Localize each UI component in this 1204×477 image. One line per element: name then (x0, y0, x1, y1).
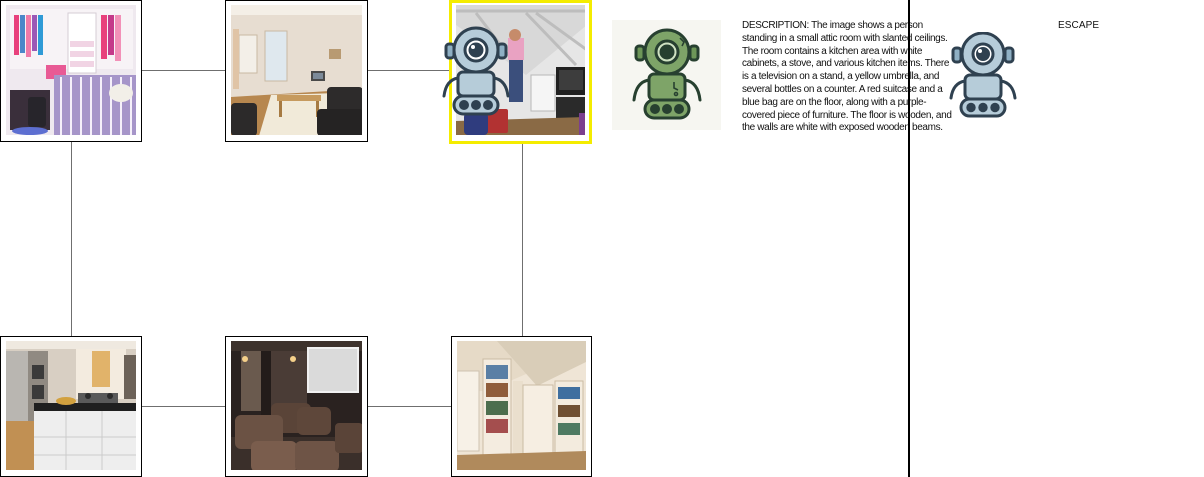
escape-label[interactable]: ESCAPE (1058, 20, 1099, 31)
room-living-room[interactable] (225, 0, 368, 142)
game-board: DESCRIPTION: The image shows a person st… (0, 0, 1204, 477)
room-closet-bedroom[interactable] (0, 0, 142, 142)
escape-robot-icon (947, 32, 1019, 120)
corridor-top-left (141, 70, 226, 71)
target-robot-tile (612, 20, 721, 130)
panel-divider (908, 0, 910, 477)
player-robot-icon (440, 26, 512, 118)
room-description: DESCRIPTION: The image shows a person st… (742, 20, 952, 134)
corridor-right-vertical (522, 143, 523, 337)
room-photo-closet-bedroom (6, 5, 136, 135)
room-photo-attic-bookshelves (457, 341, 586, 470)
target-robot-icon (630, 28, 704, 122)
room-photo-home-theater (231, 341, 362, 470)
corridor-bottom-right (367, 406, 452, 407)
room-home-theater[interactable] (225, 336, 368, 477)
room-photo-living-room (231, 5, 362, 135)
corridor-bottom-left (141, 406, 226, 407)
room-kitchen[interactable] (0, 336, 142, 477)
corridor-left-vertical (71, 141, 72, 337)
room-photo-kitchen (6, 341, 136, 470)
room-attic-bookshelves[interactable] (451, 336, 592, 477)
corridor-top-right (367, 70, 450, 71)
